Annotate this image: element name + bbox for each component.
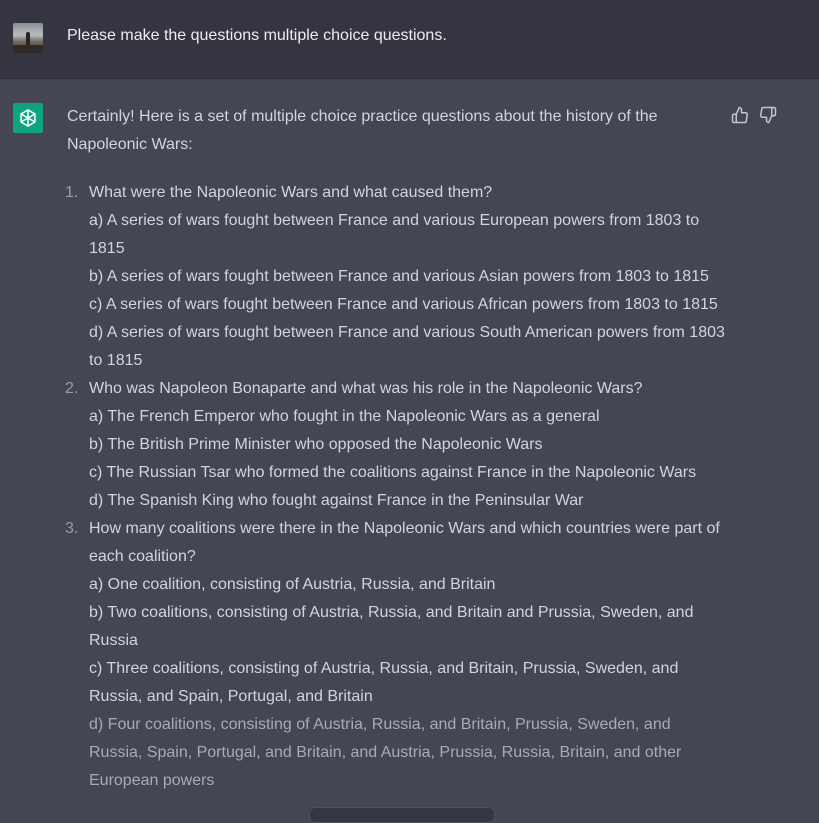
assistant-message-row: Certainly! Here is a set of multiple cho…: [0, 79, 819, 817]
question-number: 1.: [65, 184, 79, 201]
answer-option: c) The Russian Tsar who formed the coali…: [89, 464, 697, 481]
question-text: Who was Napoleon Bonaparte and what was …: [89, 380, 643, 397]
user-message-text: Please make the questions multiple choic…: [67, 27, 447, 44]
openai-logo-icon: [13, 103, 43, 133]
answer-option: d) Four coalitions, consisting of Austri…: [89, 716, 682, 789]
assistant-intro: Certainly! Here is a set of multiple cho…: [67, 108, 658, 153]
question-text: How many coalitions were there in the Na…: [89, 520, 720, 565]
question-item: 3. How many coalitions were there in the…: [65, 515, 727, 795]
answer-option: d) A series of wars fought between Franc…: [89, 324, 725, 369]
answer-option: b) Two coalitions, consisting of Austria…: [89, 604, 694, 649]
answer-option: c) A series of wars fought between Franc…: [89, 296, 718, 313]
question-number: 3.: [65, 520, 79, 537]
answer-option: b) A series of wars fought between Franc…: [89, 268, 709, 285]
answer-option: a) A series of wars fought between Franc…: [89, 212, 700, 257]
regenerate-button-edge[interactable]: [309, 807, 495, 823]
answer-option: a) One coalition, consisting of Austria,…: [89, 576, 496, 593]
question-text: What were the Napoleonic Wars and what c…: [89, 184, 493, 201]
user-avatar: [13, 23, 43, 53]
answer-option: d) The Spanish King who fought against F…: [89, 492, 584, 509]
thumbs-up-icon[interactable]: [731, 106, 749, 124]
thumbs-down-icon[interactable]: [759, 106, 777, 124]
answer-option: a) The French Emperor who fought in the …: [89, 408, 600, 425]
question-item: 2. Who was Napoleon Bonaparte and what w…: [65, 375, 727, 515]
assistant-message-content: Certainly! Here is a set of multiple cho…: [65, 103, 727, 795]
question-list: 1. What were the Napoleonic Wars and wha…: [65, 179, 727, 795]
answer-option: b) The British Prime Minister who oppose…: [89, 436, 543, 453]
question-item: 1. What were the Napoleonic Wars and wha…: [65, 179, 727, 375]
user-message-row: Please make the questions multiple choic…: [0, 0, 819, 79]
answer-option: c) Three coalitions, consisting of Austr…: [89, 660, 679, 705]
question-number: 2.: [65, 380, 79, 397]
